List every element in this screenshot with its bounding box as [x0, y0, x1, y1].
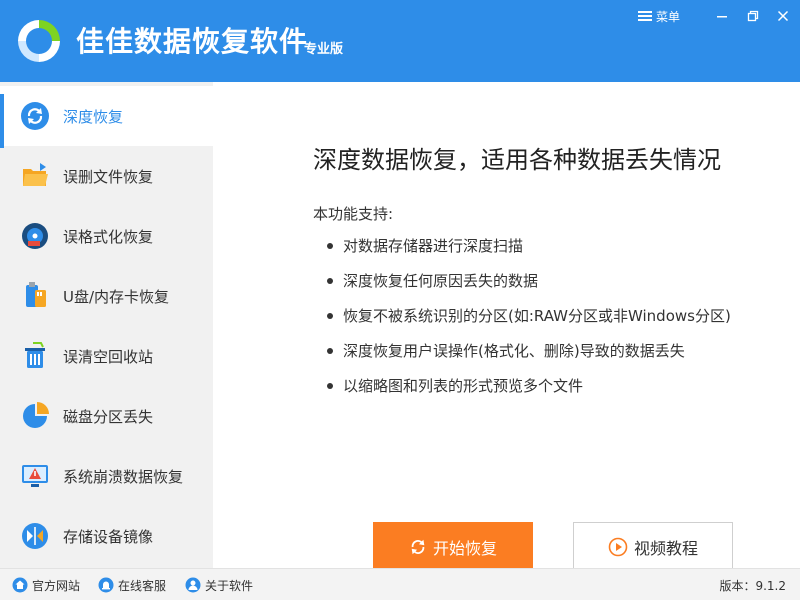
home-icon: [12, 577, 28, 593]
menu-button[interactable]: 菜单: [638, 6, 680, 26]
menu-label: 菜单: [656, 9, 681, 24]
bullet-icon: [327, 383, 333, 389]
video-tutorial-button[interactable]: 视频教程: [573, 522, 733, 572]
folder-icon: [23, 163, 48, 186]
bullet-icon: [327, 348, 333, 354]
bullet-icon: [327, 243, 333, 249]
close-icon: [777, 10, 789, 22]
sidebar-item-system-crash[interactable]: 系统崩溃数据恢复: [0, 446, 213, 506]
app-logo-icon: [18, 20, 60, 62]
official-site-link[interactable]: 官方网站: [12, 576, 80, 594]
pie-partition-icon: [23, 402, 49, 428]
support-label: 本功能支持:: [313, 205, 394, 223]
feature-text: 恢复不被系统识别的分区(如:RAW分区或非Windows分区): [343, 307, 731, 325]
sidebar-item-label: 误删文件恢复: [63, 167, 154, 186]
app-title: 佳佳数据恢复软件: [76, 25, 309, 58]
mirror-icon: [22, 523, 48, 549]
sidebar-item-partition-lost[interactable]: 磁盘分区丢失: [0, 386, 213, 446]
minimize-icon: [717, 16, 727, 18]
sidebar-item-deleted-files[interactable]: 误删文件恢复: [0, 146, 213, 206]
chat-bell-icon: [98, 577, 114, 593]
version-label: 版本：9.1.2: [719, 579, 786, 593]
feature-list: 对数据存储器进行深度扫描 深度恢复任何原因丢失的数据 恢复不被系统识别的分区(如…: [327, 232, 731, 407]
about-software-link[interactable]: 关于软件: [185, 576, 253, 594]
feature-text: 对数据存储器进行深度扫描: [343, 237, 524, 255]
recycle-bin-icon: [25, 342, 45, 368]
restore-icon: [747, 10, 759, 22]
sidebar-item-label: U盘/内存卡恢复: [63, 287, 170, 306]
feature-text: 深度恢复任何原因丢失的数据: [343, 272, 539, 290]
official-site-label: 官方网站: [32, 578, 81, 593]
sidebar-item-label: 误清空回收站: [63, 347, 154, 366]
usb-sd-icon: [26, 282, 46, 307]
restore-button[interactable]: [743, 6, 763, 26]
list-item: 深度恢复任何原因丢失的数据: [327, 267, 731, 302]
feature-text: 以缩略图和列表的形式预览多个文件: [343, 377, 584, 395]
start-recovery-button[interactable]: 开始恢复: [373, 522, 533, 572]
close-button[interactable]: [773, 6, 793, 26]
menu-lines-icon: [638, 11, 652, 21]
status-bar: 官方网站 在线客服 关于软件 版本：9.1.2: [0, 568, 800, 600]
sidebar: 深度恢复 误删文件恢复 误格式化恢复 U盘/内存卡恢复 误清空回收站 磁盘分区丢…: [0, 82, 213, 568]
list-item: 对数据存储器进行深度扫描: [327, 232, 731, 267]
online-support-link[interactable]: 在线客服: [98, 576, 166, 594]
online-support-label: 在线客服: [118, 578, 167, 593]
refresh-icon: [411, 539, 425, 555]
sidebar-item-format-recovery[interactable]: 误格式化恢复: [0, 206, 213, 266]
sidebar-item-usb-recovery[interactable]: U盘/内存卡恢复: [0, 266, 213, 326]
play-icon: [608, 537, 628, 557]
sidebar-item-label: 系统崩溃数据恢复: [63, 467, 184, 486]
sidebar-item-label: 存储设备镜像: [63, 527, 154, 546]
sidebar-item-label: 磁盘分区丢失: [63, 407, 154, 426]
edition-label: 专业版: [304, 42, 344, 57]
page-title: 深度数据恢复，适用各种数据丢失情况: [313, 146, 721, 174]
start-recovery-label: 开始恢复: [432, 539, 497, 558]
list-item: 恢复不被系统识别的分区(如:RAW分区或非Windows分区): [327, 302, 731, 337]
sidebar-item-recycle-bin[interactable]: 误清空回收站: [0, 326, 213, 386]
disk-icon: [22, 223, 48, 249]
minimize-button[interactable]: [712, 6, 732, 26]
title-bar: 佳佳数据恢复软件 专业版 菜单: [0, 0, 800, 82]
list-item: 以缩略图和列表的形式预览多个文件: [327, 372, 731, 407]
feature-text: 深度恢复用户误操作(格式化、删除)导致的数据丢失: [343, 342, 685, 360]
list-item: 深度恢复用户误操作(格式化、删除)导致的数据丢失: [327, 337, 731, 372]
monitor-warning-icon: [22, 465, 48, 487]
sidebar-item-label: 深度恢复: [63, 107, 124, 126]
user-icon: [185, 577, 201, 593]
bullet-icon: [327, 278, 333, 284]
sidebar-item-label: 误格式化恢复: [63, 227, 154, 246]
sidebar-item-deep-recovery[interactable]: 深度恢复: [0, 86, 213, 148]
video-tutorial-label: 视频教程: [633, 539, 698, 558]
about-software-label: 关于软件: [205, 578, 254, 593]
sidebar-item-device-image[interactable]: 存储设备镜像: [0, 506, 213, 566]
bullet-icon: [327, 313, 333, 319]
refresh-icon: [21, 102, 49, 130]
